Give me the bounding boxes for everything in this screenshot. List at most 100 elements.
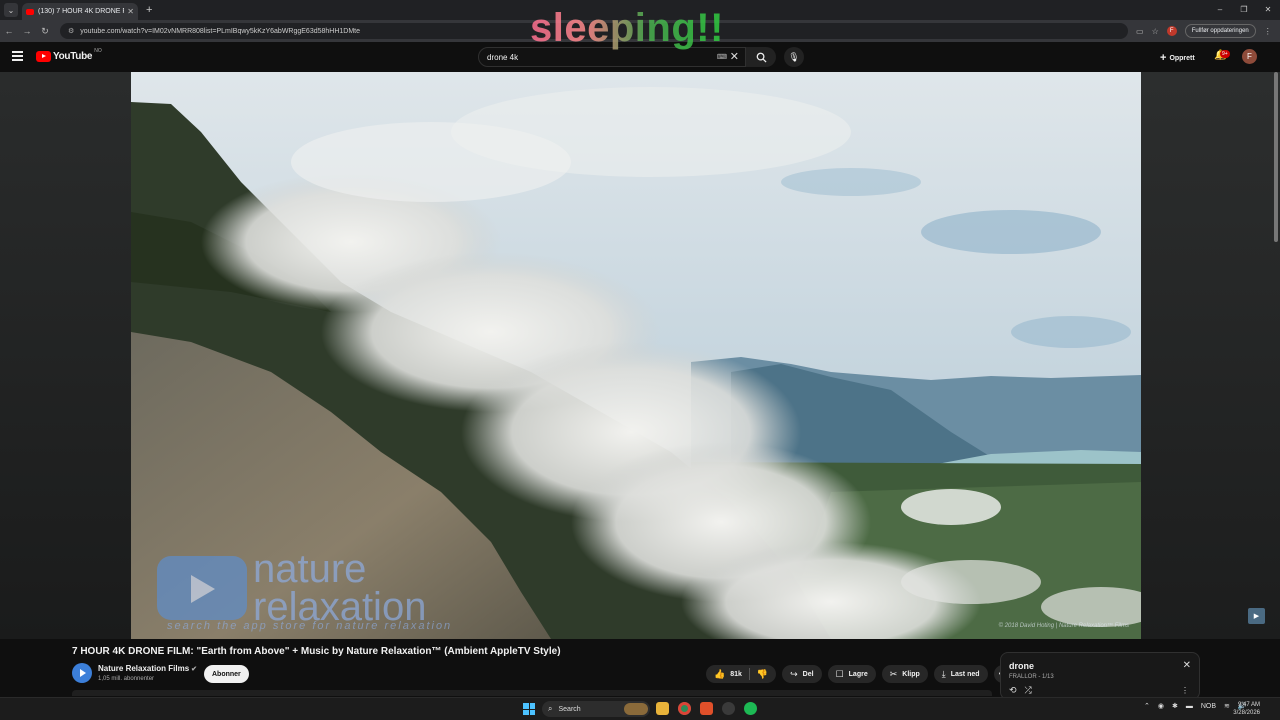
logo-text: YouTube	[53, 51, 93, 62]
playlist-menu-icon[interactable]: ⋮	[1181, 686, 1189, 695]
tab-close-icon[interactable]: ✕	[127, 7, 134, 16]
bluetooth-icon[interactable]: ✱	[1172, 702, 1178, 710]
clip-label: Klipp	[902, 670, 920, 678]
page-scrollbar[interactable]	[1274, 72, 1278, 242]
url-text: youtube.com/watch?v=IM02vNMRR808list=PLm…	[80, 27, 361, 35]
site-info-icon[interactable]: ⚙	[68, 27, 74, 35]
voice-search-button[interactable]: 🎙	[784, 47, 804, 67]
taskbar-search-label: Search	[558, 705, 581, 713]
playlist-meta: FRALLOR - 1/13	[1009, 674, 1054, 680]
download-label: Last ned	[950, 670, 980, 678]
save-button[interactable]: ☐ Lagre	[827, 665, 876, 683]
watermark-line1: nature	[253, 547, 367, 591]
playlist-title[interactable]: drone	[1009, 661, 1034, 671]
system-tray: ⌃ ◉ ✱ ▬ NOB ≋ 🔊	[1144, 702, 1247, 711]
clear-search-icon[interactable]: ✕	[730, 50, 739, 63]
notification-count: 9+	[1220, 50, 1230, 58]
divider	[748, 668, 750, 680]
description-box[interactable]	[72, 690, 992, 696]
watermark-logo: nature relaxation	[157, 547, 426, 627]
download-icon: ⤓	[941, 668, 946, 679]
thumbs-up-icon[interactable]: 👍	[714, 669, 725, 680]
miniplayer-icon[interactable]: ▶	[1248, 608, 1265, 624]
chevron-down-icon: ⌄	[7, 5, 15, 15]
channel-name: Nature Relaxation Films	[98, 664, 190, 673]
tray-app-icon[interactable]: ◉	[1158, 702, 1164, 710]
clip-button[interactable]: ✂ Klipp	[881, 665, 928, 683]
update-button[interactable]: Fullfør oppdateringen	[1184, 24, 1256, 38]
language-indicator[interactable]: NOB	[1201, 703, 1216, 710]
tray-overflow-icon[interactable]: ⌃	[1144, 702, 1150, 710]
channel-name-row[interactable]: Nature Relaxation Films ✔	[98, 664, 197, 673]
clock-time: 9:47 AM	[1237, 702, 1260, 708]
save-label: Lagre	[848, 670, 868, 678]
wifi-icon[interactable]: ≋	[1224, 702, 1230, 710]
tab-search-button[interactable]: ⌄	[4, 3, 18, 17]
search-query: drone 4k	[487, 52, 519, 62]
like-count[interactable]: 81k	[730, 671, 742, 678]
toolbar-actions: ▭ ☆ F Fullfør oppdateringen ⋮	[1136, 24, 1272, 38]
thumbs-down-icon[interactable]: 👎	[757, 669, 776, 680]
chrome-icon[interactable]	[678, 702, 691, 715]
shuffle-icon[interactable]: ⤮	[1025, 685, 1032, 696]
spotify-icon[interactable]	[744, 702, 757, 715]
video-actions: 👍 81k 👎 ↪ Del ☐ Lagre ✂ Klipp ⤓ Last ned…	[706, 665, 1012, 683]
create-button[interactable]: + Opprett	[1160, 52, 1195, 64]
overlay-text: sleeping!!	[530, 6, 724, 50]
forward-icon[interactable]: →	[18, 26, 36, 36]
download-button[interactable]: ⤓ Last ned	[933, 665, 988, 683]
playlist-panel: drone FRALLOR - 1/13 ✕ ⟲ ⤮ ⋮	[1000, 652, 1200, 700]
ambient-right-panel	[1141, 72, 1280, 639]
windows-start-icon[interactable]	[523, 703, 535, 715]
bookmark-star-icon[interactable]: ☆	[1152, 27, 1159, 36]
loop-icon[interactable]: ⟲	[1009, 685, 1017, 696]
video-player[interactable]: nature relaxation search the app store f…	[131, 72, 1141, 639]
channel-avatar[interactable]	[72, 663, 92, 683]
ambient-left-panel	[0, 72, 131, 639]
tab-title: (130) 7 HOUR 4K DRONE FILM	[38, 8, 124, 15]
new-tab-button[interactable]: +	[146, 4, 152, 16]
cast-icon[interactable]: ▭	[1136, 27, 1144, 36]
create-label: Opprett	[1169, 54, 1195, 62]
like-dislike-group: 👍 81k 👎	[706, 665, 777, 683]
subscriber-count: 1,05 mill. abonnenter	[98, 676, 155, 682]
keyboard-icon[interactable]: ⌨	[717, 53, 727, 61]
youtube-logo[interactable]: YouTube NO	[36, 47, 102, 62]
taskbar-apps	[656, 702, 757, 715]
search-icon: ⌕	[548, 704, 553, 713]
clock-app-icon[interactable]	[722, 702, 735, 715]
flag-icon[interactable]: ▬	[1186, 703, 1193, 710]
window-controls: – ❐ ✕	[1208, 0, 1280, 20]
browser-profile-icon[interactable]: F	[1166, 26, 1177, 36]
reload-icon[interactable]: ↻	[36, 26, 54, 37]
region-code: NO	[94, 47, 102, 54]
subscribe-button[interactable]: Abonner	[204, 665, 249, 683]
taskbar-clock[interactable]: 9:47 AM 3/28/2026	[1233, 701, 1260, 717]
menu-icon[interactable]	[12, 51, 23, 63]
microphone-icon: 🎙	[788, 51, 800, 62]
minimize-icon[interactable]: –	[1208, 0, 1232, 20]
plus-icon: +	[1160, 52, 1167, 64]
browser-tab[interactable]: (130) 7 HOUR 4K DRONE FILM ✕	[22, 3, 138, 20]
youtube-favicon-icon	[26, 8, 34, 15]
share-label: Del	[802, 670, 814, 678]
browser-menu-icon[interactable]: ⋮	[1264, 27, 1272, 36]
restore-icon[interactable]: ❐	[1232, 0, 1256, 20]
back-icon[interactable]: ←	[0, 26, 18, 36]
scissors-icon: ✂	[889, 668, 898, 679]
close-window-icon[interactable]: ✕	[1256, 0, 1280, 20]
save-playlist-icon: ☐	[835, 668, 844, 679]
close-playlist-icon[interactable]: ✕	[1183, 660, 1191, 671]
watermark-text: nature relaxation	[253, 547, 426, 627]
account-avatar[interactable]: F	[1242, 49, 1257, 64]
search-highlight-image	[624, 703, 648, 715]
search-button[interactable]	[746, 47, 776, 67]
verified-icon: ✔	[191, 666, 198, 673]
share-button[interactable]: ↪ Del	[782, 665, 822, 683]
file-explorer-icon[interactable]	[656, 702, 669, 715]
clock-date: 3/28/2026	[1233, 710, 1260, 716]
share-icon: ↪	[790, 668, 798, 679]
brave-icon[interactable]	[700, 702, 713, 715]
taskbar-search[interactable]: ⌕ Search	[542, 701, 650, 717]
video-title: 7 HOUR 4K DRONE FILM: "Earth from Above"…	[72, 646, 561, 657]
